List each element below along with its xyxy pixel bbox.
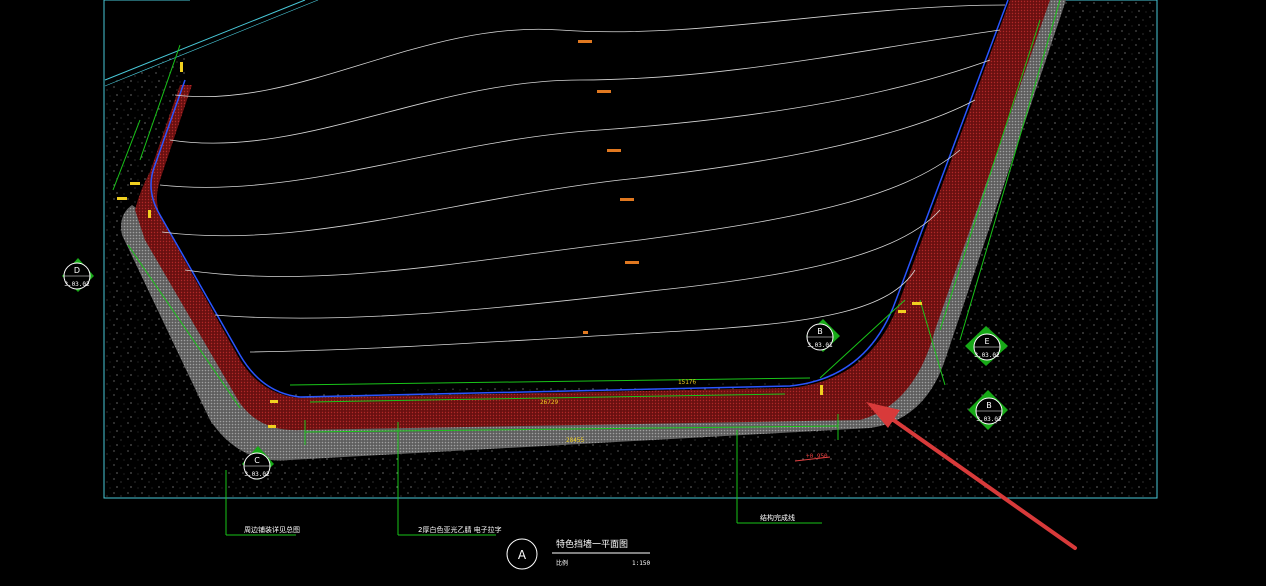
svg-text:3.03.02: 3.03.02	[974, 352, 1000, 359]
dim-mid: 26729	[540, 399, 558, 406]
drawing-title: 特色挡墙一平面图	[556, 538, 628, 550]
drawing-title-block: A 特色挡墙一平面图 比例 1:150	[506, 538, 650, 570]
cad-drawing-canvas: 15176 26729 28455 +0.950 D 3.03.02 B 3.0…	[62, 0, 1158, 570]
dim-bot: 28455	[566, 437, 584, 444]
svg-text:B: B	[817, 327, 823, 336]
svg-text:3.03.02: 3.03.02	[244, 471, 270, 478]
view-mark: A	[518, 548, 527, 562]
callout-lettering: 2厚白色亚光乙腈 电子拉字	[418, 525, 502, 534]
interior-area	[146, 0, 1012, 392]
svg-text:3.03.02: 3.03.02	[976, 416, 1002, 423]
svg-text:B: B	[986, 401, 992, 410]
scale-value: 1:150	[632, 560, 650, 567]
svg-text:C: C	[254, 456, 260, 465]
scale-label: 比例	[556, 559, 568, 567]
svg-text:3.03.01: 3.03.01	[807, 342, 833, 349]
dim-level: +0.950	[806, 453, 828, 460]
svg-text:3.03.02: 3.03.02	[64, 281, 90, 288]
section-marker-d[interactable]: D 3.03.02	[62, 258, 94, 292]
callout-structure: 结构完成线	[760, 513, 795, 522]
svg-text:E: E	[984, 337, 989, 346]
dim-top: 15176	[678, 379, 697, 386]
svg-text:D: D	[74, 266, 80, 275]
callout-paving: 周边铺装详见总图	[244, 525, 300, 534]
